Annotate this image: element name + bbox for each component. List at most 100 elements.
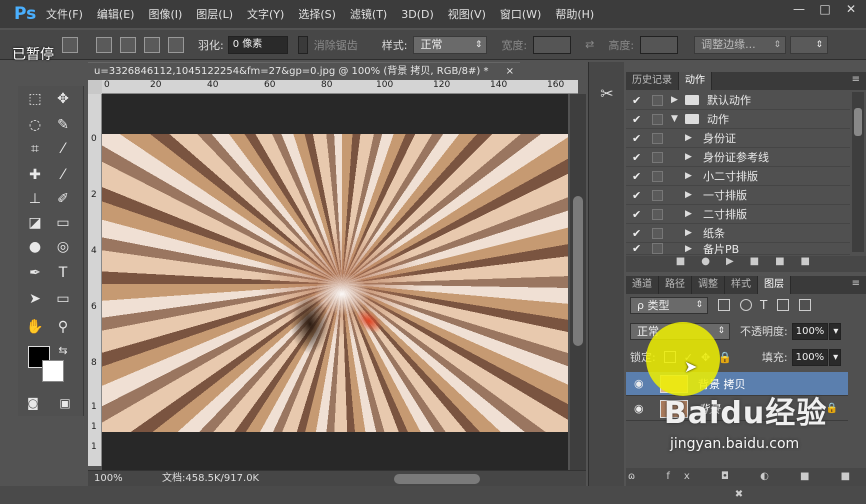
- tab-history[interactable]: 历史记录: [626, 72, 679, 90]
- check-icon[interactable]: ✔: [632, 132, 646, 145]
- shape-tool-icon[interactable]: ▭: [52, 288, 74, 310]
- antialias-checkbox[interactable]: [297, 35, 308, 54]
- horizontal-scroll-thumb[interactable]: [394, 474, 480, 484]
- move-tool-icon[interactable]: ✥: [52, 88, 74, 110]
- document-tab[interactable]: u=3326846112,1045122254&fm=27&gp=0.jpg @…: [88, 62, 520, 80]
- check-icon[interactable]: ✔: [632, 243, 646, 254]
- width-input[interactable]: [533, 35, 572, 54]
- action-row[interactable]: ✔ ▶ 备片PB: [626, 243, 850, 255]
- expand-icon[interactable]: ▶: [685, 133, 695, 143]
- actions-scroll-thumb[interactable]: [854, 108, 862, 136]
- check-icon[interactable]: ✔: [632, 113, 646, 126]
- marquee-tool-icon[interactable]: ⬚: [24, 88, 46, 110]
- dialog-toggle-icon[interactable]: [652, 113, 663, 125]
- quick-select-tool-icon[interactable]: ✎: [52, 114, 74, 136]
- menu-help[interactable]: 帮助(H): [555, 6, 594, 22]
- zoom-tool-icon[interactable]: ⚲: [52, 316, 74, 338]
- menu-filter[interactable]: 滤镜(T): [350, 6, 387, 22]
- expand-icon[interactable]: ▶: [685, 228, 695, 238]
- layer-filter-select[interactable]: ρ 类型: [630, 296, 708, 314]
- eye-icon[interactable]: ◉: [634, 402, 648, 415]
- filter-smart-icon[interactable]: [799, 299, 812, 311]
- dialog-toggle-icon[interactable]: [652, 94, 663, 106]
- actions-scrollbar[interactable]: [852, 92, 864, 252]
- vertical-scrollbar[interactable]: [570, 94, 586, 470]
- tab-paths[interactable]: 路径: [659, 276, 692, 294]
- feather-input[interactable]: 0 像素: [227, 35, 288, 54]
- brush-tool-icon[interactable]: ⁄: [52, 164, 74, 186]
- menu-image[interactable]: 图像(I): [148, 6, 182, 22]
- check-icon[interactable]: ✔: [632, 189, 646, 202]
- ruler-origin[interactable]: [88, 80, 102, 94]
- expand-icon[interactable]: ▶: [685, 209, 695, 219]
- eyedropper-tool-icon[interactable]: ⁄: [52, 138, 74, 160]
- check-icon[interactable]: ✔: [632, 94, 646, 107]
- dialog-toggle-icon[interactable]: [652, 132, 663, 144]
- expand-icon[interactable]: ▶: [671, 95, 681, 105]
- tools-panel-icon[interactable]: ✂: [595, 84, 619, 106]
- tab-layers[interactable]: 图层: [758, 276, 791, 294]
- canvas-area[interactable]: [102, 94, 568, 470]
- new-selection-icon[interactable]: [96, 36, 112, 53]
- path-select-tool-icon[interactable]: ➤: [24, 288, 46, 310]
- dialog-toggle-icon[interactable]: [652, 227, 663, 239]
- dialog-toggle-icon[interactable]: [652, 208, 663, 220]
- hand-tool-icon[interactable]: ✋: [24, 316, 46, 338]
- action-row[interactable]: ✔ ▶ 默认动作: [626, 91, 850, 110]
- menu-3d[interactable]: 3D(D): [401, 8, 434, 21]
- filter-adjustment-icon[interactable]: [740, 299, 752, 311]
- close-icon[interactable]: ✕: [840, 0, 862, 18]
- actions-footer-icons[interactable]: ■●▶■■■: [626, 256, 866, 272]
- menu-view[interactable]: 视图(V): [448, 6, 486, 22]
- action-row[interactable]: ✔ ▶ 纸条: [626, 224, 850, 243]
- maximize-icon[interactable]: □: [814, 0, 836, 18]
- healing-tool-icon[interactable]: ✚: [24, 164, 46, 186]
- swap-colors-icon[interactable]: ⇆: [52, 340, 74, 362]
- style-select[interactable]: 正常: [413, 35, 488, 54]
- dodge-tool-icon[interactable]: ◎: [52, 236, 74, 258]
- menu-window[interactable]: 窗口(W): [500, 6, 541, 22]
- intersect-selection-icon[interactable]: [168, 36, 184, 53]
- filter-pixel-icon[interactable]: [718, 299, 730, 311]
- opacity-input[interactable]: 100%: [791, 322, 829, 340]
- expand-icon[interactable]: ▶: [685, 244, 695, 254]
- fill-input[interactable]: 100%: [791, 348, 829, 366]
- pen-tool-icon[interactable]: ✒: [24, 262, 46, 284]
- document-info[interactable]: 文档:458.5K/917.0K: [162, 471, 259, 486]
- action-row[interactable]: ✔ ▶ 二寸排版: [626, 205, 850, 224]
- eraser-tool-icon[interactable]: ◪: [24, 212, 46, 234]
- menu-select[interactable]: 选择(S): [298, 6, 336, 22]
- eye-icon[interactable]: ◉: [634, 377, 648, 390]
- swap-icon[interactable]: ⇄: [585, 38, 594, 51]
- horizontal-ruler[interactable]: 0 20 40 60 80 100 120 140 160: [102, 80, 578, 94]
- history-brush-tool-icon[interactable]: ✐: [52, 188, 74, 210]
- action-row[interactable]: ✔ ▼ 动作: [626, 110, 850, 129]
- blur-tool-icon[interactable]: ●: [24, 236, 46, 258]
- fill-dropdown-icon[interactable]: ▾: [829, 348, 842, 366]
- vertical-scroll-thumb[interactable]: [573, 196, 583, 346]
- action-row[interactable]: ✔ ▶ 小二寸排版: [626, 167, 850, 186]
- filter-shape-icon[interactable]: [777, 299, 790, 311]
- expand-icon[interactable]: ▶: [685, 190, 695, 200]
- tab-styles[interactable]: 样式: [725, 276, 758, 294]
- dialog-toggle-icon[interactable]: [652, 243, 663, 254]
- text-tool-icon[interactable]: T: [52, 262, 74, 284]
- radial-blur-photo[interactable]: [102, 134, 568, 432]
- screen-mode-icon[interactable]: ▣: [54, 392, 76, 414]
- expand-icon[interactable]: ▶: [685, 152, 695, 162]
- refine-edge-button[interactable]: 调整边缘...: [694, 35, 787, 54]
- check-icon[interactable]: ✔: [632, 227, 646, 240]
- menu-edit[interactable]: 编辑(E): [97, 6, 135, 22]
- minimize-icon[interactable]: —: [788, 0, 810, 18]
- lock-all-icon[interactable]: 🔒: [718, 351, 732, 364]
- menu-file[interactable]: 文件(F): [46, 6, 83, 22]
- layers-panel-menu-icon[interactable]: ≡: [852, 278, 860, 289]
- check-icon[interactable]: ✔: [632, 208, 646, 221]
- lasso-tool-icon[interactable]: ◌: [24, 114, 46, 136]
- background-color-swatch[interactable]: [42, 360, 64, 382]
- tab-actions[interactable]: 动作: [679, 72, 712, 90]
- gradient-tool-icon[interactable]: ▭: [52, 212, 74, 234]
- height-input[interactable]: [640, 35, 679, 54]
- menu-layer[interactable]: 图层(L): [196, 6, 233, 22]
- dialog-toggle-icon[interactable]: [652, 170, 663, 182]
